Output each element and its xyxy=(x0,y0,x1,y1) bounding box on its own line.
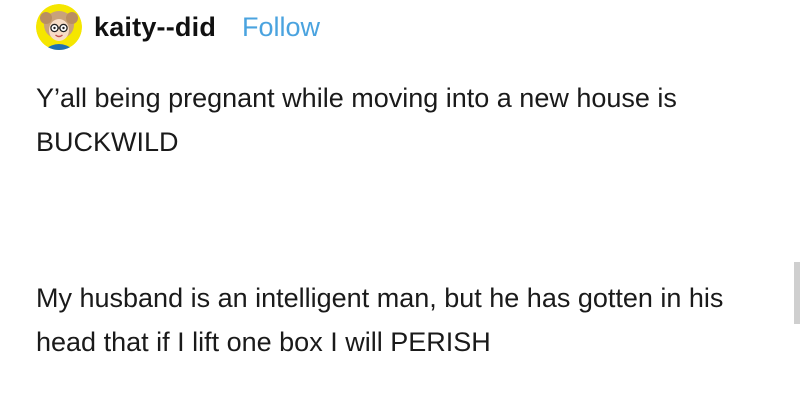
scrollbar-fragment xyxy=(794,262,800,324)
follow-button[interactable]: Follow xyxy=(242,12,320,43)
post-paragraph-1: Y’all being pregnant while moving into a… xyxy=(36,83,677,157)
post-header: kaity--did Follow xyxy=(36,4,320,50)
post-paragraph-2: My husband is an intelligent man, but he… xyxy=(36,283,724,357)
avatar[interactable] xyxy=(36,4,82,50)
cartoon-girl-avatar-icon xyxy=(36,4,82,50)
tumblr-post: kaity--did Follow Y’all being pregnant w… xyxy=(0,0,800,420)
username-link[interactable]: kaity--did xyxy=(94,12,216,43)
